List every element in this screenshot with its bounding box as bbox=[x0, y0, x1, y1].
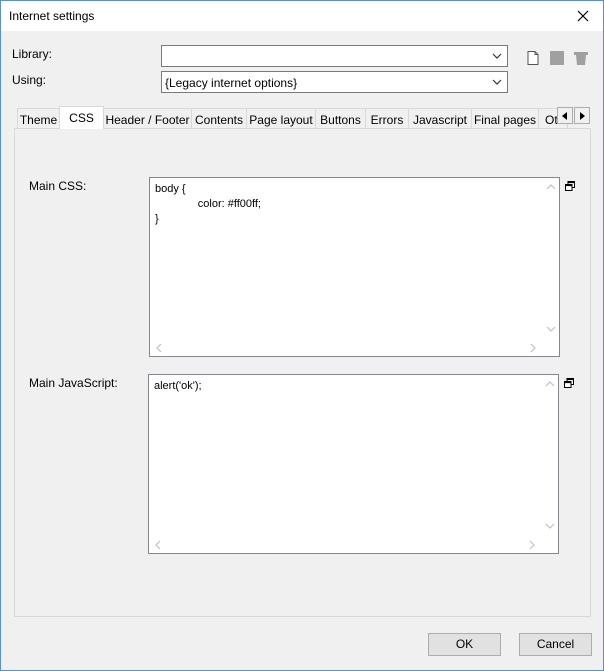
using-value: {Legacy internet options} bbox=[165, 76, 298, 90]
main-javascript-editor[interactable]: alert('ok'); bbox=[148, 374, 559, 554]
scroll-right-icon bbox=[580, 111, 585, 120]
tab-errors[interactable]: Errors bbox=[365, 108, 409, 128]
scroll-down-icon[interactable] bbox=[546, 324, 556, 334]
scroll-up-icon[interactable] bbox=[545, 379, 555, 389]
chevron-down-icon bbox=[492, 79, 502, 85]
tab-buttons[interactable]: Buttons bbox=[315, 108, 366, 128]
internet-settings-dialog: Internet settings Library: Using: {Legac… bbox=[0, 0, 604, 671]
ok-button[interactable]: OK bbox=[428, 633, 501, 656]
scroll-right-icon[interactable] bbox=[527, 540, 537, 550]
js-horizontal-scrollbar[interactable] bbox=[149, 537, 542, 553]
chevron-down-icon bbox=[492, 53, 502, 59]
cancel-button[interactable]: Cancel bbox=[519, 633, 592, 656]
js-vertical-scrollbar[interactable] bbox=[542, 375, 558, 537]
scroll-right-icon[interactable] bbox=[528, 343, 538, 353]
tab-header-footer[interactable]: Header / Footer bbox=[103, 108, 192, 128]
scroll-down-icon[interactable] bbox=[545, 521, 555, 531]
css-horizontal-scrollbar[interactable] bbox=[150, 340, 543, 356]
css-vertical-scrollbar[interactable] bbox=[543, 178, 559, 340]
main-css-editor[interactable]: body { color: #ff00ff; } bbox=[149, 177, 560, 357]
main-css-label: Main CSS: bbox=[29, 179, 87, 193]
window-title: Internet settings bbox=[9, 9, 95, 23]
using-combo[interactable]: {Legacy internet options} bbox=[161, 71, 508, 93]
tab-scroll-left-button[interactable] bbox=[557, 107, 573, 124]
scroll-left-icon[interactable] bbox=[154, 343, 164, 353]
popout-icon[interactable] bbox=[564, 378, 574, 388]
main-css-content: body { color: #ff00ff; } bbox=[155, 183, 261, 225]
scroll-up-icon[interactable] bbox=[546, 182, 556, 192]
scroll-left-icon bbox=[562, 111, 567, 120]
using-label: Using: bbox=[12, 73, 47, 87]
delete-icon[interactable] bbox=[573, 50, 589, 66]
main-javascript-label: Main JavaScript: bbox=[29, 376, 118, 390]
main-javascript-content: alert('ok'); bbox=[154, 380, 202, 392]
close-button[interactable] bbox=[563, 1, 603, 31]
new-document-icon[interactable] bbox=[525, 50, 541, 66]
tab-css[interactable]: CSS bbox=[59, 106, 104, 129]
popout-icon[interactable] bbox=[565, 181, 575, 191]
tab-final-pages[interactable]: Final pages bbox=[471, 108, 539, 128]
tab-theme[interactable]: Theme bbox=[17, 108, 60, 128]
library-label: Library: bbox=[12, 47, 53, 61]
tab-strip: Theme CSS Header / Footer Contents Page … bbox=[15, 106, 591, 129]
tab-javascript[interactable]: Javascript bbox=[408, 108, 472, 128]
save-icon[interactable] bbox=[549, 50, 565, 66]
close-icon bbox=[577, 10, 589, 22]
library-combo[interactable] bbox=[161, 45, 508, 67]
tab-scroll-right-button[interactable] bbox=[574, 107, 590, 124]
tab-contents[interactable]: Contents bbox=[191, 108, 247, 128]
scroll-left-icon[interactable] bbox=[153, 540, 163, 550]
title-bar: Internet settings bbox=[1, 1, 603, 31]
tab-page-layout[interactable]: Page layout bbox=[246, 108, 316, 128]
